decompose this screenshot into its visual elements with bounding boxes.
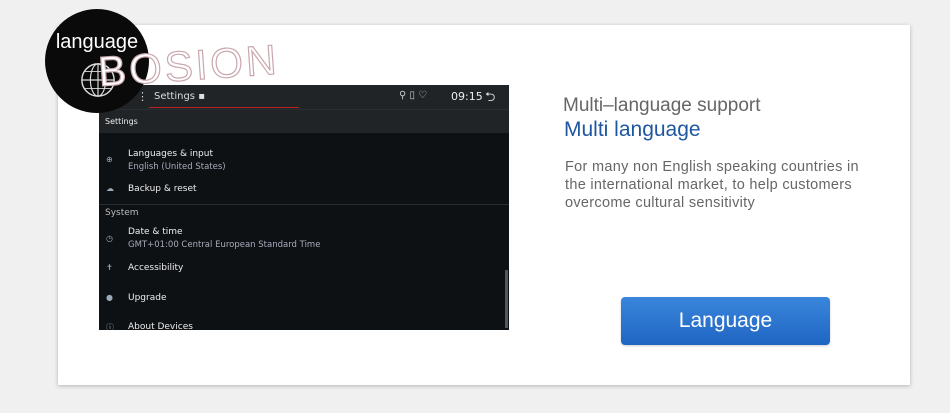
feature-description: For many non English speaking countries … (565, 158, 900, 212)
status-icons: ⚲ ▯ ♡ (399, 90, 428, 101)
section-header-system: System (105, 208, 139, 218)
upgrade-icon: ● (106, 293, 113, 302)
settings-item-subtitle: GMT+01:00 Central European Standard Time (128, 240, 321, 250)
settings-item-title: Upgrade (128, 293, 167, 303)
cloud-icon: ☁ (106, 184, 114, 193)
divider (99, 204, 509, 205)
settings-item-subtitle: English (United States) (128, 162, 226, 172)
settings-item-title: Accessibility (128, 263, 184, 273)
settings-item-title: About Devices (128, 322, 193, 330)
settings-item-title: Backup & reset (128, 184, 197, 194)
description-line: overcome cultural sensitivity (565, 195, 756, 211)
info-icon: ⓘ (106, 323, 114, 330)
scrollbar[interactable] (505, 270, 508, 328)
description-line: the international market, to help custom… (565, 177, 852, 193)
settings-item-title: Languages & input (128, 149, 213, 159)
statusbar-title: Settings ▪ (154, 91, 205, 102)
feature-title: Multi language (564, 118, 701, 141)
clock-icon: ◷ (106, 234, 113, 243)
back-icon[interactable]: ⮌ (485, 88, 495, 110)
language-button[interactable]: Language (621, 297, 830, 345)
app-title: Settings (105, 117, 138, 126)
clock: 09:15 (451, 90, 483, 103)
accessibility-icon: ✝ (106, 263, 113, 272)
annotation-line (149, 107, 299, 108)
settings-screenshot: ⋮ Settings ▪ ⚲ ▯ ♡ 09:15 ⮌ Settings ⊕ La… (99, 85, 509, 330)
globe-icon: ⊕ (106, 155, 113, 164)
description-line: For many non English speaking countries … (565, 159, 859, 175)
settings-item-title: Date & time (128, 227, 183, 237)
feature-subtitle: Multi–language support (563, 95, 761, 116)
app-title-bar: Settings (99, 109, 509, 133)
